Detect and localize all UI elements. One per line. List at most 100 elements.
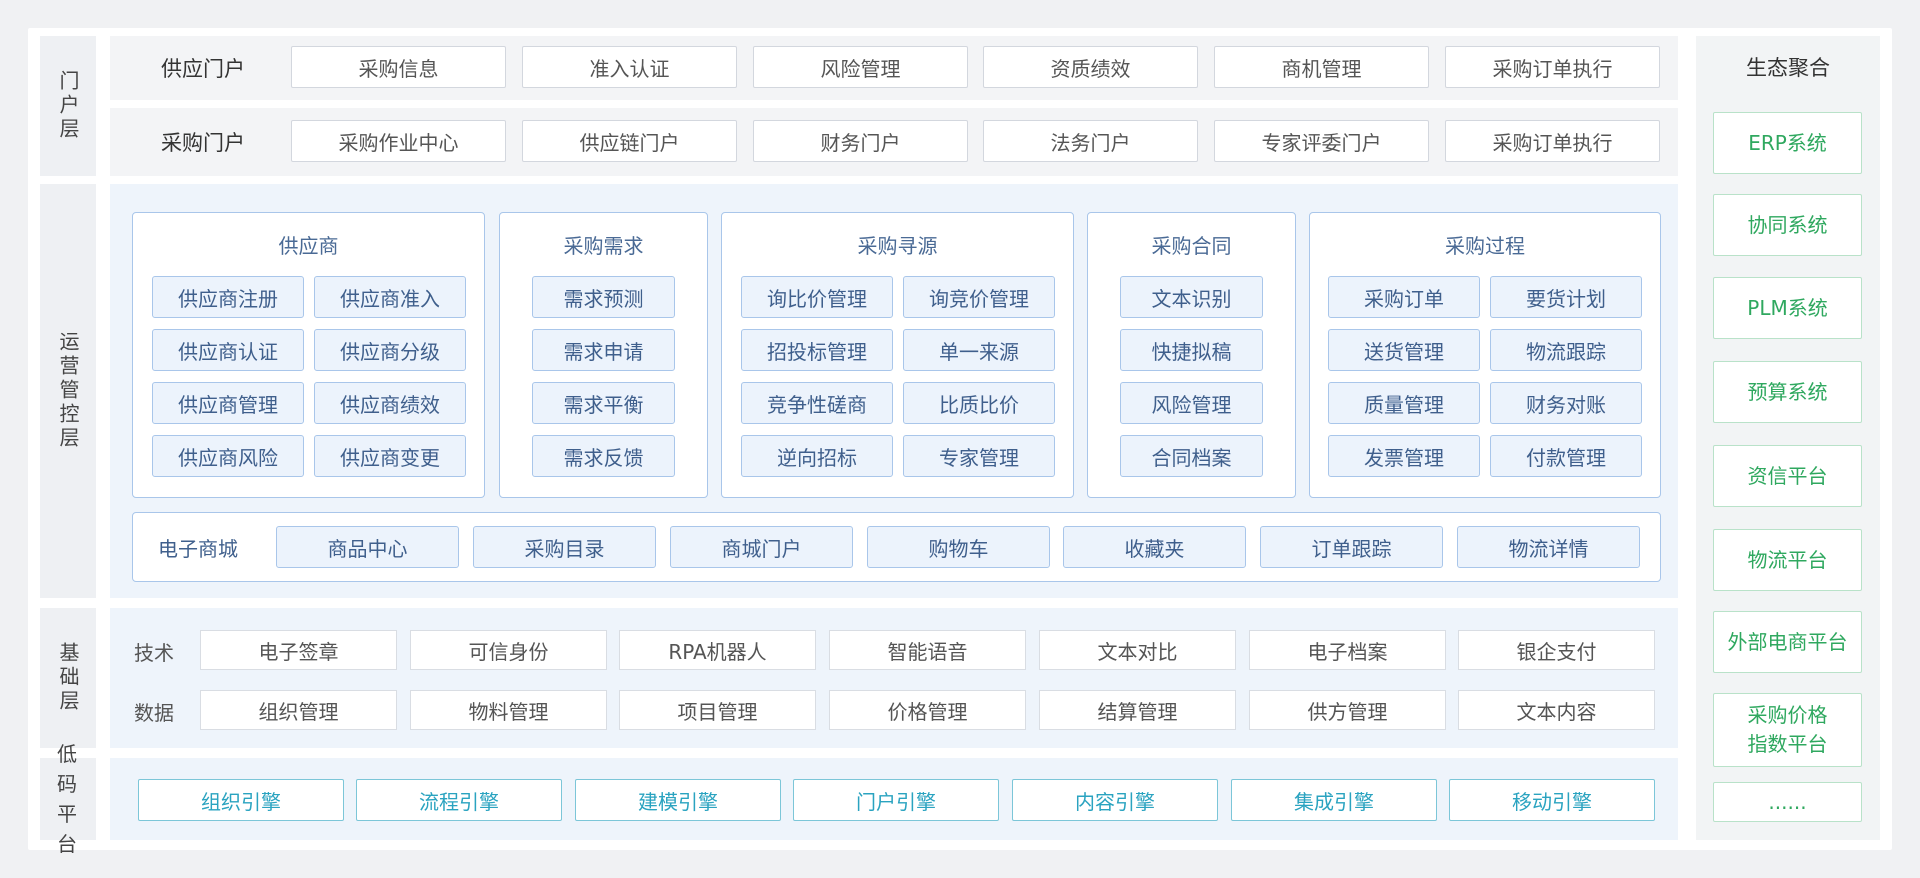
- engine-item[interactable]: 集成引擎: [1231, 779, 1437, 821]
- mall-item[interactable]: 商城门户: [670, 526, 853, 568]
- foundation-item[interactable]: 价格管理: [829, 690, 1026, 730]
- foundation-item[interactable]: 供方管理: [1249, 690, 1446, 730]
- foundation-row-label: 技术: [134, 640, 174, 665]
- group-item[interactable]: 付款管理: [1490, 435, 1642, 477]
- group-item[interactable]: 需求预测: [532, 276, 675, 318]
- group-item[interactable]: 需求申请: [532, 329, 675, 371]
- ecosystem-item[interactable]: ERP系统: [1713, 112, 1862, 174]
- foundation-item[interactable]: 银企支付: [1458, 630, 1655, 670]
- portal-row-label: 采购门户: [161, 131, 245, 155]
- group-item[interactable]: 询比价管理: [741, 276, 893, 318]
- foundation-item[interactable]: 物料管理: [410, 690, 607, 730]
- group-item[interactable]: 供应商绩效: [314, 382, 466, 424]
- group-item[interactable]: 供应商认证: [152, 329, 304, 371]
- group-title: 采购寻源: [857, 234, 938, 258]
- group-item[interactable]: 供应商管理: [152, 382, 304, 424]
- group-item[interactable]: 快捷拟稿: [1120, 329, 1263, 371]
- ecosystem-item-label: 资信平台: [1747, 463, 1828, 488]
- ecosystem-item-label: 外部电商平台: [1727, 629, 1848, 654]
- foundation-item[interactable]: 项目管理: [619, 690, 816, 730]
- ecosystem-item[interactable]: 物流平台: [1713, 529, 1862, 591]
- foundation-item[interactable]: 电子档案: [1249, 630, 1446, 670]
- group-item[interactable]: 文本识别: [1120, 276, 1263, 318]
- ecosystem-item-label: 采购价格 指数平台: [1747, 703, 1828, 756]
- mall-item[interactable]: 收藏夹: [1063, 526, 1246, 568]
- group-item[interactable]: 单一来源: [903, 329, 1055, 371]
- ecosystem-item[interactable]: 协同系统: [1713, 194, 1862, 256]
- group-item[interactable]: 招投标管理: [741, 329, 893, 371]
- group-item[interactable]: 风险管理: [1120, 382, 1263, 424]
- mall-item[interactable]: 采购目录: [473, 526, 656, 568]
- group-item[interactable]: 供应商注册: [152, 276, 304, 318]
- group-item[interactable]: 供应商变更: [314, 435, 466, 477]
- foundation-item[interactable]: 可信身份: [410, 630, 607, 670]
- portal-item[interactable]: 法务门户: [983, 120, 1198, 162]
- mall-item[interactable]: 订单跟踪: [1260, 526, 1443, 568]
- ecosystem-item-label: 预算系统: [1747, 379, 1828, 404]
- group-item[interactable]: 竞争性磋商: [741, 382, 893, 424]
- engine-item[interactable]: 内容引擎: [1012, 779, 1218, 821]
- portal-item[interactable]: 专家评委门户: [1214, 120, 1429, 162]
- ecosystem-item-label: ......: [1768, 789, 1807, 814]
- group-item[interactable]: 询竞价管理: [903, 276, 1055, 318]
- group-item[interactable]: 物流跟踪: [1490, 329, 1642, 371]
- foundation-item[interactable]: 电子签章: [200, 630, 397, 670]
- ecosystem-item[interactable]: 预算系统: [1713, 361, 1862, 423]
- portal-item[interactable]: 资质绩效: [983, 46, 1198, 88]
- portal-item[interactable]: 风险管理: [753, 46, 968, 88]
- group-item[interactable]: 质量管理: [1328, 382, 1480, 424]
- portal-item[interactable]: 准入认证: [522, 46, 737, 88]
- layer-label-operation: 运营管控层: [40, 184, 96, 598]
- group-item[interactable]: 比质比价: [903, 382, 1055, 424]
- portal-item[interactable]: 采购作业中心: [291, 120, 506, 162]
- group-item[interactable]: 要货计划: [1490, 276, 1642, 318]
- group-item[interactable]: 专家管理: [903, 435, 1055, 477]
- foundation-item[interactable]: 结算管理: [1039, 690, 1236, 730]
- ecosystem-item[interactable]: ......: [1713, 782, 1862, 822]
- foundation-item[interactable]: RPA机器人: [619, 630, 816, 670]
- layer-label-foundation: 基础层: [40, 608, 96, 748]
- ecosystem-item[interactable]: 外部电商平台: [1713, 611, 1862, 673]
- foundation-row-label: 数据: [134, 700, 174, 725]
- group-item[interactable]: 供应商准入: [314, 276, 466, 318]
- layer-label-portal: 门户层: [40, 36, 96, 176]
- engine-item[interactable]: 组织引擎: [138, 779, 344, 821]
- group-item[interactable]: 需求平衡: [532, 382, 675, 424]
- engine-item[interactable]: 流程引擎: [356, 779, 562, 821]
- group-item[interactable]: 送货管理: [1328, 329, 1480, 371]
- portal-item[interactable]: 采购信息: [291, 46, 506, 88]
- portal-item[interactable]: 采购订单执行: [1445, 46, 1660, 88]
- ecosystem-item[interactable]: 采购价格 指数平台: [1713, 693, 1862, 767]
- mall-item[interactable]: 物流详情: [1457, 526, 1640, 568]
- portal-item[interactable]: 商机管理: [1214, 46, 1429, 88]
- group-item[interactable]: 逆向招标: [741, 435, 893, 477]
- engine-item[interactable]: 门户引擎: [793, 779, 999, 821]
- ecosystem-item[interactable]: PLM系统: [1713, 277, 1862, 339]
- ecosystem-item-label: PLM系统: [1747, 295, 1828, 320]
- portal-item[interactable]: 财务门户: [753, 120, 968, 162]
- foundation-item[interactable]: 文本对比: [1039, 630, 1236, 670]
- group-item[interactable]: 供应商风险: [152, 435, 304, 477]
- foundation-item[interactable]: 文本内容: [1458, 690, 1655, 730]
- engine-item[interactable]: 建模引擎: [575, 779, 781, 821]
- mall-item[interactable]: 购物车: [867, 526, 1050, 568]
- engine-item[interactable]: 移动引擎: [1449, 779, 1655, 821]
- foundation-item[interactable]: 组织管理: [200, 690, 397, 730]
- group-item[interactable]: 需求反馈: [532, 435, 675, 477]
- group-item[interactable]: 采购订单: [1328, 276, 1480, 318]
- ecosystem-item[interactable]: 资信平台: [1713, 445, 1862, 507]
- ecosystem-item-label: 物流平台: [1747, 547, 1828, 572]
- mall-item[interactable]: 商品中心: [276, 526, 459, 568]
- group-item[interactable]: 供应商分级: [314, 329, 466, 371]
- group-item[interactable]: 发票管理: [1328, 435, 1480, 477]
- ecosystem-item-label: 协同系统: [1747, 212, 1828, 237]
- group-item[interactable]: 合同档案: [1120, 435, 1263, 477]
- group-item[interactable]: 财务对账: [1490, 382, 1642, 424]
- portal-item[interactable]: 供应链门户: [522, 120, 737, 162]
- mall-label: 电子商城: [158, 536, 238, 561]
- group-title: 采购合同: [1151, 234, 1232, 258]
- group-title: 采购过程: [1445, 234, 1525, 258]
- foundation-item[interactable]: 智能语音: [829, 630, 1026, 670]
- portal-item[interactable]: 采购订单执行: [1445, 120, 1660, 162]
- portal-row-label: 供应门户: [161, 57, 245, 81]
